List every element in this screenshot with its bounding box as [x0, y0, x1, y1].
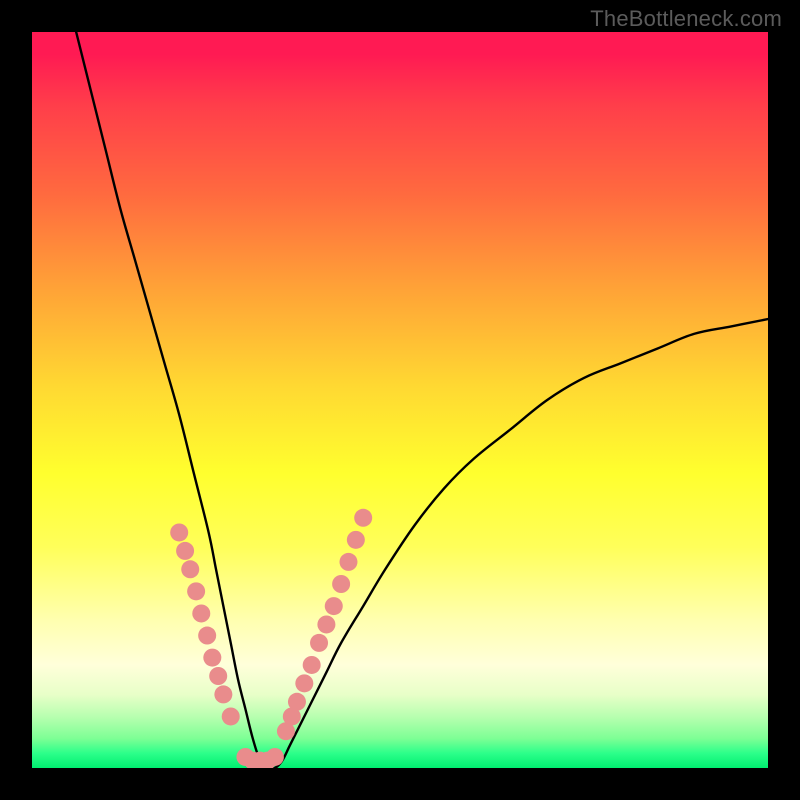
- marker-dot: [347, 531, 365, 549]
- marker-dot: [170, 523, 188, 541]
- marker-dot: [288, 693, 306, 711]
- marker-dot: [325, 597, 343, 615]
- attribution-text: TheBottleneck.com: [590, 6, 782, 32]
- marker-dot: [332, 575, 350, 593]
- bottleneck-curve: [76, 32, 768, 768]
- marker-dot: [266, 748, 284, 766]
- plot-area: [32, 32, 768, 768]
- marker-dot: [295, 674, 313, 692]
- marker-dot: [310, 634, 328, 652]
- marker-dot: [354, 509, 372, 527]
- chart-container: TheBottleneck.com: [0, 0, 800, 800]
- marker-dot: [176, 542, 194, 560]
- chart-svg: [32, 32, 768, 768]
- marker-dot: [317, 615, 335, 633]
- marker-dot: [339, 553, 357, 571]
- marker-dot: [303, 656, 321, 674]
- marker-dot: [181, 560, 199, 578]
- marker-dot: [209, 667, 227, 685]
- marker-dot: [192, 604, 210, 622]
- marker-dot: [187, 582, 205, 600]
- marker-dot: [198, 627, 216, 645]
- curve-layer: [76, 32, 768, 768]
- marker-dot: [214, 685, 232, 703]
- marker-dot: [203, 649, 221, 667]
- marker-layer: [170, 509, 372, 768]
- marker-dot: [222, 707, 240, 725]
